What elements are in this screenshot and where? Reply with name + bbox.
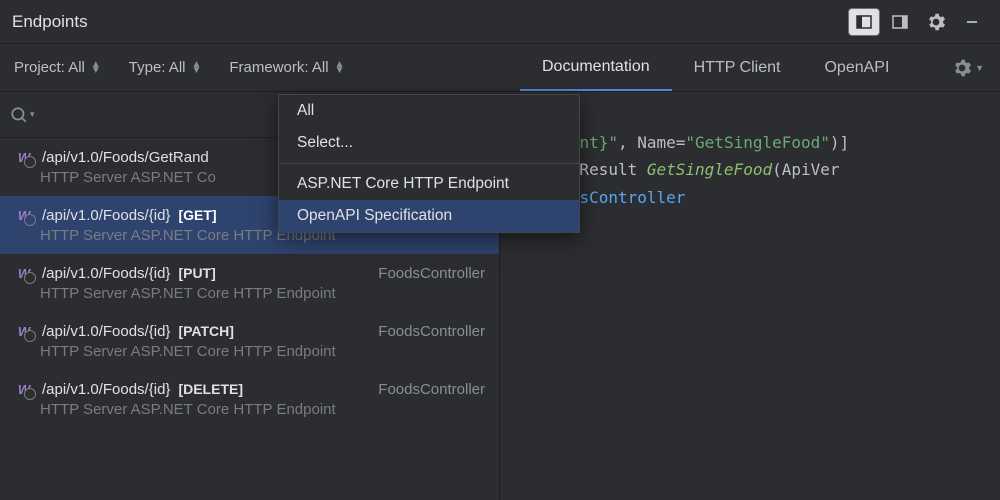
minimize-icon[interactable] [956,8,988,36]
chevron-down-icon: ▾ [30,109,35,120]
filter-project[interactable]: Project: All ▲▼ [0,44,115,91]
sort-icon: ▲▼ [91,62,101,74]
popup-item-all[interactable]: All [279,95,579,127]
filter-type[interactable]: Type: All ▲▼ [115,44,216,91]
endpoint-icon: W [14,322,34,340]
endpoint-item[interactable]: W /api/v1.0/Foods/{id} [DELETE] FoodsCon… [0,370,499,428]
endpoint-icon: W [14,206,34,224]
chevron-down-icon: ▼ [975,63,984,73]
tab-openapi[interactable]: OpenAPI [802,44,911,91]
sort-icon: ▲▼ [335,62,345,74]
popup-item-select[interactable]: Select... [279,127,579,159]
settings-icon[interactable] [920,8,952,36]
sort-icon: ▲▼ [191,62,201,74]
endpoint-item[interactable]: W /api/v1.0/Foods/{id} [PUT] FoodsContro… [0,254,499,312]
framework-filter-popup: All Select... ASP.NET Core HTTP Endpoint… [278,94,580,233]
endpoint-icon: W [14,148,34,166]
popup-separator [279,163,579,164]
layout-right-icon[interactable] [884,8,916,36]
tab-documentation[interactable]: Documentation [520,44,672,91]
popup-item-openapi[interactable]: OpenAPI Specification [279,200,579,232]
tab-http-client[interactable]: HTTP Client [672,44,803,91]
filter-settings[interactable]: ▼ [937,59,1000,77]
endpoint-icon: W [14,264,34,282]
filter-framework[interactable]: Framework: All ▲▼ [215,44,358,91]
endpoint-item[interactable]: W /api/v1.0/Foods/{id} [PATCH] FoodsCont… [0,312,499,370]
panel-title: Endpoints [12,12,88,32]
layout-left-icon[interactable] [848,8,880,36]
endpoint-icon: W [14,380,34,398]
popup-item-aspnet[interactable]: ASP.NET Core HTTP Endpoint [279,168,579,200]
